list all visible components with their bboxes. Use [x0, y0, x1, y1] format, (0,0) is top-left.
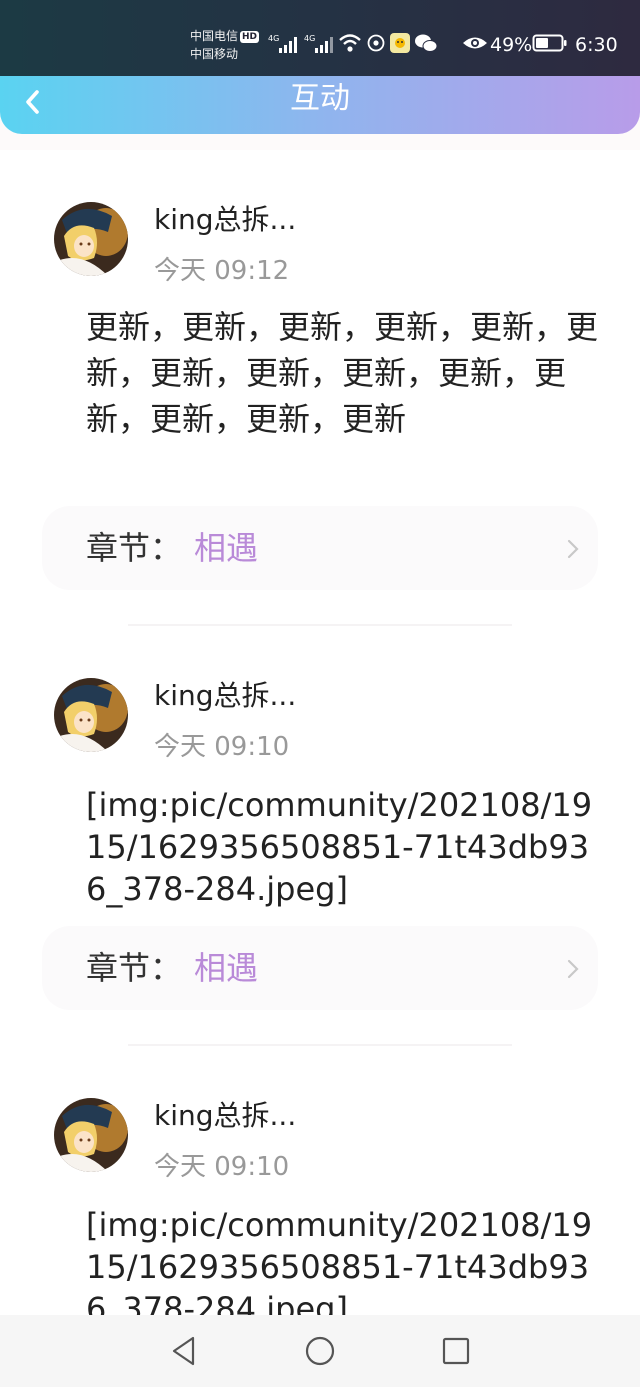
user-avatar[interactable] — [54, 678, 128, 752]
chapter-link[interactable]: 章节： 相遇 — [42, 926, 598, 1010]
carrier2: 中国移动 — [190, 47, 239, 61]
eye-comfort-icon — [463, 37, 487, 49]
top-header: 互动 — [0, 76, 640, 134]
username[interactable]: king总拆... — [154, 674, 296, 714]
clock: 6:30 — [575, 34, 618, 56]
square-recent-icon — [442, 1337, 470, 1365]
carrier-info: 中国电信 HD 中国移动 — [190, 27, 260, 63]
username[interactable]: king总拆... — [154, 1094, 296, 1134]
chapter-link[interactable]: 章节： 相遇 — [42, 506, 598, 590]
post-content: 更新，更新，更新，更新，更新，更新，更新，更新，更新，更新，更新，更新，更新，更… — [86, 308, 599, 438]
status-bar: 中国电信 HD 中国移动 4G 4G 49% 6:30 — [0, 0, 640, 78]
post-time: 今天 09:10 — [154, 1152, 290, 1182]
circle-home-icon — [305, 1336, 335, 1366]
wechat-icon — [415, 34, 438, 52]
hd-badge: HD — [240, 31, 260, 43]
nav-recent-button[interactable] — [440, 1335, 472, 1367]
post-time: 今天 09:10 — [154, 732, 290, 762]
carrier1: 中国电信 — [190, 29, 239, 43]
nav-back-button[interactable] — [168, 1335, 200, 1367]
chapter-label: 章节： — [86, 529, 183, 567]
chapter-name: 相遇 — [194, 529, 259, 567]
battery-percent: 49% — [490, 34, 533, 56]
post-time: 今天 09:12 — [154, 256, 290, 286]
battery-icon — [532, 34, 567, 52]
chapter-label: 章节： — [86, 949, 183, 987]
username[interactable]: king总拆... — [154, 198, 296, 238]
divider — [128, 1044, 512, 1046]
user-avatar[interactable] — [54, 202, 128, 276]
user-avatar[interactable] — [54, 1098, 128, 1172]
chapter-name: 相遇 — [194, 949, 259, 987]
chevron-right-icon — [567, 539, 579, 559]
interaction-feed[interactable]: king总拆... 今天 09:12 更新，更新，更新，更新，更新，更新，更新，… — [0, 150, 640, 1315]
wifi-icon — [339, 34, 361, 52]
divider — [128, 624, 512, 626]
post-content: [img:pic/community/202108/1915/162935650… — [86, 786, 593, 908]
triangle-back-icon — [172, 1336, 195, 1366]
nav-home-button[interactable] — [304, 1335, 336, 1367]
app-notification-icon — [390, 33, 410, 53]
location-target-icon — [367, 34, 385, 52]
chevron-right-icon — [567, 959, 579, 979]
post-content: [img:pic/community/202108/1915/162935650… — [86, 1206, 593, 1315]
system-nav-bar — [0, 1315, 640, 1387]
page-title: 互动 — [290, 81, 350, 116]
